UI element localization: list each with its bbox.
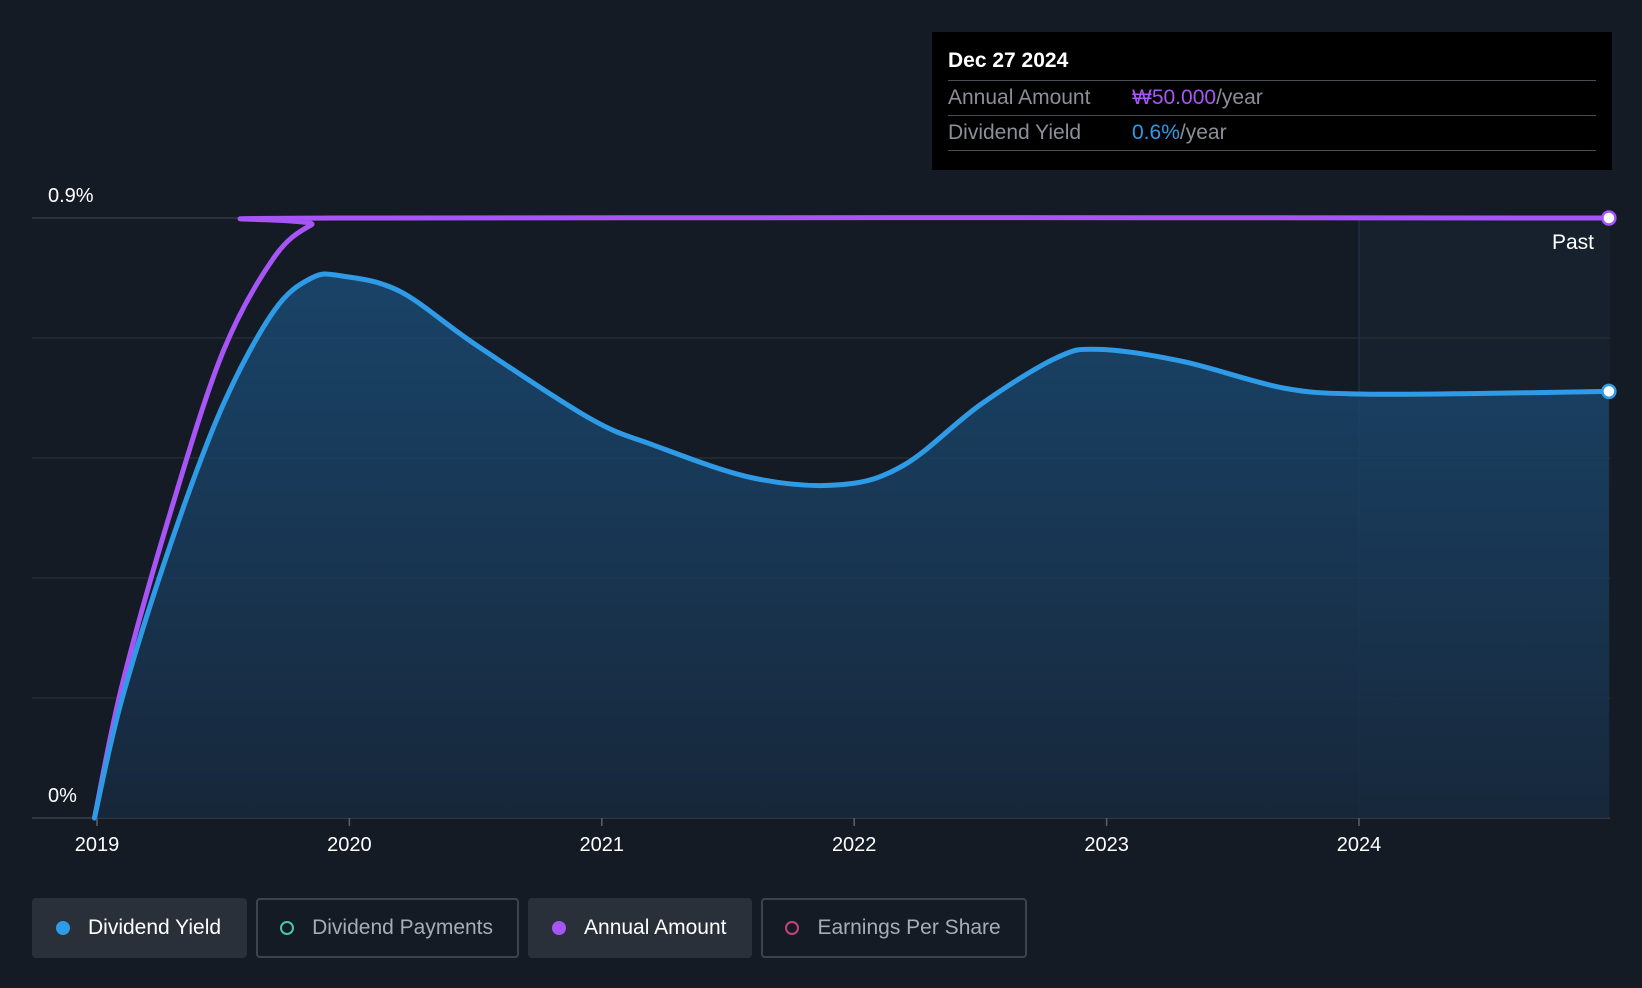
legend-item-dividend-yield[interactable]: Dividend Yield xyxy=(32,898,248,958)
legend-label: Dividend Yield xyxy=(88,916,222,939)
legend-item-earnings-per-share[interactable]: Earnings Per Share xyxy=(761,898,1027,958)
annual-amount-end-marker[interactable] xyxy=(1601,210,1617,226)
legend-dot-icon xyxy=(56,921,70,935)
past-label: Past xyxy=(1552,231,1594,254)
legend-label: Annual Amount xyxy=(584,916,727,939)
tooltip-date: Dec 27 2024 xyxy=(948,49,1069,72)
tooltip: Dec 27 2024 Annual Amount ₩50.000 /year … xyxy=(932,32,1612,170)
tooltip-suffix: /year xyxy=(1179,121,1227,144)
x-axis-ticks: 2019 2020 2021 2022 2023 2024 xyxy=(75,818,1382,856)
tooltip-value: ₩50.000 xyxy=(1132,86,1217,109)
x-tick-label: 2021 xyxy=(580,834,625,856)
legend-dot-icon xyxy=(280,921,295,935)
legend-label: Earnings Per Share xyxy=(817,916,1001,939)
x-tick-label: 2024 xyxy=(1337,834,1382,856)
y-tick-label-bottom: 0% xyxy=(48,785,77,807)
legend-item-dividend-payments[interactable]: Dividend Payments xyxy=(256,898,520,958)
x-tick-label: 2023 xyxy=(1084,834,1129,856)
legend-dot-icon xyxy=(552,921,567,935)
legend: Dividend Yield Dividend Payments Annual … xyxy=(32,898,1027,958)
tooltip-label: Annual Amount xyxy=(948,86,1091,109)
x-tick-label: 2022 xyxy=(832,834,877,856)
x-tick-label: 2019 xyxy=(75,834,120,856)
tooltip-suffix: /year xyxy=(1216,86,1263,109)
tooltip-label: Dividend Yield xyxy=(948,121,1082,144)
y-tick-label-top: 0.9% xyxy=(48,185,94,207)
legend-label: Dividend Payments xyxy=(312,916,494,939)
x-tick-label: 2020 xyxy=(327,834,372,856)
tooltip-row-annual-amount: Annual Amount ₩50.000 /year xyxy=(948,80,1596,115)
tooltip-value: 0.6% xyxy=(1132,121,1180,144)
legend-dot-icon xyxy=(785,921,800,935)
legend-item-annual-amount[interactable]: Annual Amount xyxy=(528,898,753,958)
tooltip-row-dividend-yield: Dividend Yield 0.6% /year xyxy=(948,115,1596,151)
dividend-yield-end-marker[interactable] xyxy=(1601,383,1617,400)
